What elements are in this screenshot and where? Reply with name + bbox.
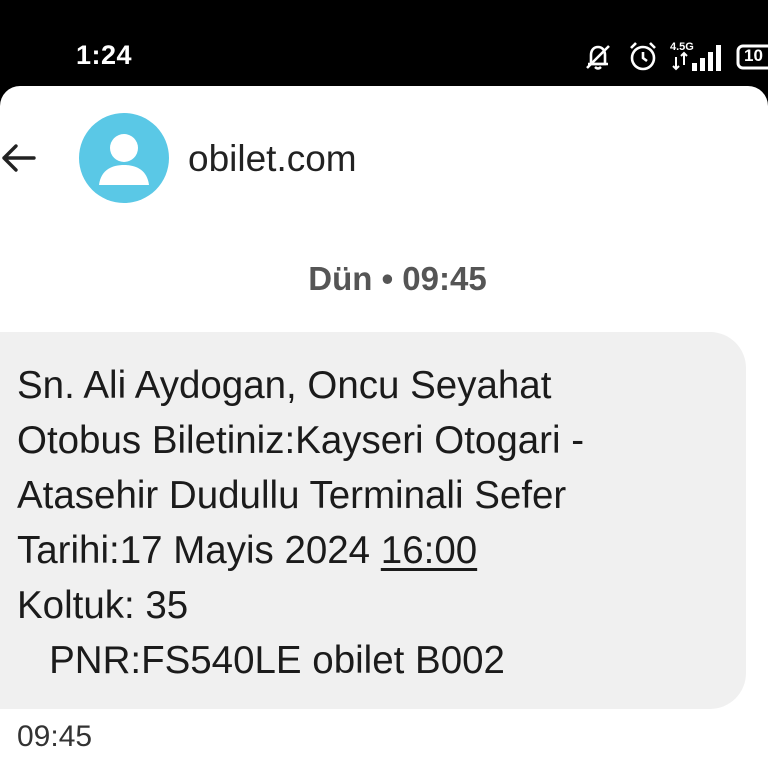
status-time: 1:24 [76, 40, 133, 70]
back-arrow-icon [2, 144, 36, 172]
message-text: Sn. Ali Aydogan, Oncu Seyahat Otobus Bil… [17, 358, 737, 688]
status-icons: 10 [580, 38, 768, 74]
battery-level: 10 [744, 46, 763, 65]
alarm-icon [626, 39, 660, 73]
mute-icon [580, 38, 616, 74]
conversation-header: obilet.com [0, 86, 768, 236]
message-timestamp: 09:45 [17, 720, 93, 753]
status-bar: 1:24 4.5G 10 [0, 0, 768, 86]
signal-icon [670, 39, 726, 73]
message-text-part: Sn. Ali Aydogan, Oncu Seyahat Otobus Bil… [17, 364, 585, 572]
message-text-part-2: Koltuk: 35 PNR:FS540LE obilet B002 [17, 584, 505, 682]
contact-name[interactable]: obilet.com [188, 138, 357, 180]
time-link[interactable]: 16:00 [381, 529, 477, 572]
conversation-screen: obilet.com Dün • 09:45 Sn. Ali Aydogan, … [0, 86, 768, 768]
battery-icon: 10 [736, 39, 768, 73]
contact-avatar[interactable] [79, 113, 169, 203]
person-icon [99, 134, 149, 185]
message-bubble[interactable]: Sn. Ali Aydogan, Oncu Seyahat Otobus Bil… [0, 332, 746, 709]
back-button[interactable] [0, 136, 44, 180]
date-separator: Dün • 09:45 [308, 260, 487, 297]
